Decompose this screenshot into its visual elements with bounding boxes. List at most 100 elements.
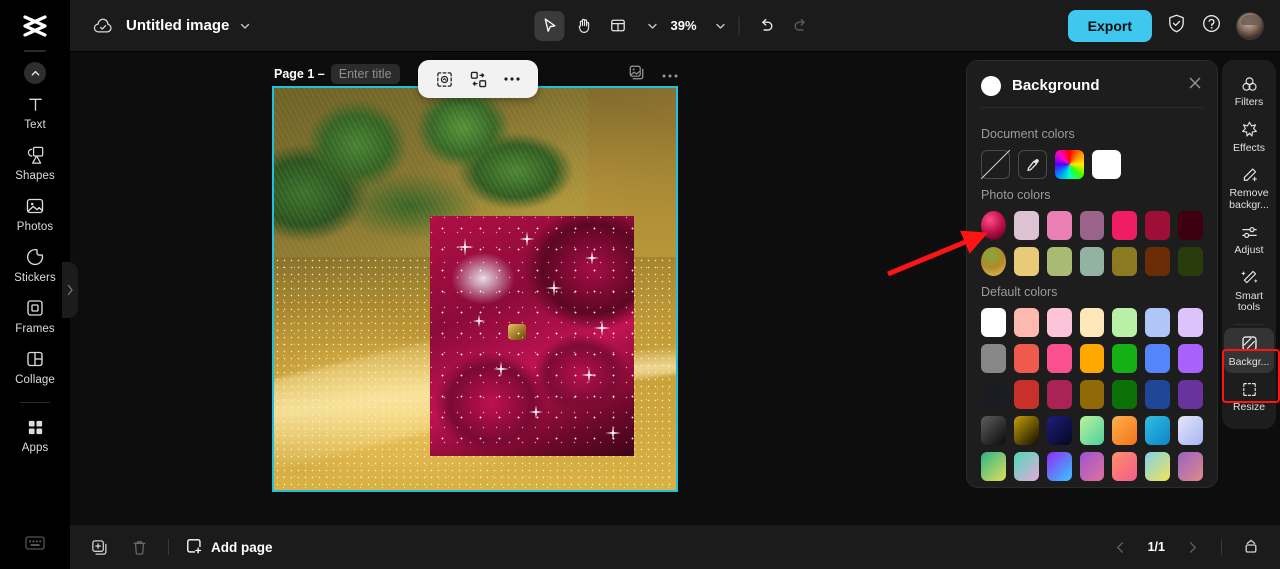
page-more-horizontal-icon[interactable]: [661, 66, 679, 84]
color-swatch[interactable]: [1079, 211, 1105, 240]
gradient-swatch[interactable]: [1178, 416, 1204, 445]
color-swatch[interactable]: [1013, 308, 1039, 337]
sidebar-item-collage[interactable]: Collage: [0, 341, 70, 392]
float-more-horizontal-icon[interactable]: [498, 65, 526, 93]
sidebar-item-stickers[interactable]: Stickers: [0, 239, 70, 290]
undo-icon[interactable]: [752, 11, 782, 41]
shield-check-icon[interactable]: [1166, 13, 1187, 39]
timeline-icon[interactable]: [1238, 534, 1264, 560]
artboard-canvas[interactable]: [272, 86, 678, 492]
color-swatch-white[interactable]: [1092, 150, 1121, 179]
color-swatch[interactable]: [1145, 247, 1171, 276]
color-swatch[interactable]: [1013, 380, 1039, 409]
gradient-swatch[interactable]: [981, 452, 1006, 481]
color-swatch[interactable]: [1178, 380, 1204, 409]
right-rail-item-filters[interactable]: Filters: [1224, 68, 1274, 114]
color-swatch[interactable]: [1145, 344, 1171, 373]
layout-chevron-down-icon[interactable]: [646, 20, 658, 32]
color-swatch[interactable]: [1112, 211, 1138, 240]
sidebar-item-shapes[interactable]: Shapes: [0, 137, 70, 188]
photo-thumb-swatch[interactable]: [981, 211, 1006, 240]
trash-icon[interactable]: [126, 534, 152, 560]
color-swatch[interactable]: [1046, 211, 1072, 240]
close-icon[interactable]: [1187, 75, 1203, 96]
eyedropper-swatch[interactable]: [1018, 150, 1047, 179]
gradient-swatch[interactable]: [1112, 416, 1138, 445]
color-swatch[interactable]: [1112, 308, 1138, 337]
zoom-chevron-down-icon[interactable]: [715, 20, 727, 32]
gradient-swatch[interactable]: [1145, 416, 1171, 445]
color-swatch[interactable]: [1013, 344, 1039, 373]
right-rail-item-remove-background[interactable]: Remove backgr...: [1224, 159, 1274, 216]
gradient-swatch[interactable]: [1046, 416, 1072, 445]
color-swatch[interactable]: [1079, 308, 1105, 337]
replace-media-icon[interactable]: [464, 65, 492, 93]
cloud-saved-icon[interactable]: [92, 17, 114, 35]
sidebar-item-frames[interactable]: Frames: [0, 290, 70, 341]
sidebar-expand-handle[interactable]: [62, 262, 78, 318]
color-wheel-swatch[interactable]: [1055, 150, 1084, 179]
no-color-swatch[interactable]: [981, 150, 1010, 179]
color-swatch[interactable]: [1145, 380, 1171, 409]
document-title[interactable]: Untitled image: [126, 17, 229, 34]
color-swatch[interactable]: [1079, 380, 1105, 409]
color-swatch[interactable]: [1046, 247, 1072, 276]
chevron-down-icon[interactable]: [239, 20, 251, 32]
color-swatch[interactable]: [1079, 344, 1105, 373]
gradient-swatch[interactable]: [1145, 452, 1171, 481]
current-background-swatch[interactable]: [981, 75, 1001, 96]
page-title-input[interactable]: Enter title: [330, 64, 400, 84]
right-rail-item-background[interactable]: Backgr...: [1224, 327, 1274, 373]
color-swatch[interactable]: [1112, 344, 1138, 373]
color-swatch[interactable]: [1145, 308, 1171, 337]
right-rail-item-effects[interactable]: Effects: [1224, 114, 1274, 160]
color-swatch[interactable]: [1046, 380, 1072, 409]
gradient-swatch[interactable]: [1079, 416, 1105, 445]
right-rail-item-resize[interactable]: Resize: [1224, 373, 1274, 419]
gradient-swatch[interactable]: [981, 416, 1006, 445]
sidebar-collapse-button[interactable]: [24, 62, 46, 84]
gradient-swatch[interactable]: [1112, 452, 1138, 481]
color-swatch[interactable]: [1178, 247, 1204, 276]
color-swatch[interactable]: [1112, 247, 1138, 276]
gradient-swatch[interactable]: [1013, 416, 1039, 445]
sidebar-item-photos[interactable]: Photos: [0, 188, 70, 239]
cutout-select-icon[interactable]: [430, 65, 458, 93]
color-swatch[interactable]: [1178, 344, 1204, 373]
chevron-right-icon[interactable]: [1179, 534, 1205, 560]
sidebar-item-apps[interactable]: Apps: [0, 409, 70, 460]
gradient-swatch[interactable]: [1046, 452, 1072, 481]
color-swatch[interactable]: [1013, 211, 1039, 240]
sidebar-item-text[interactable]: Text: [0, 86, 70, 137]
keyboard-shortcuts-icon[interactable]: [24, 534, 46, 557]
cursor-arrow-icon[interactable]: [534, 10, 565, 41]
right-rail-item-smart-tools[interactable]: Smart tools: [1224, 262, 1274, 319]
duplicate-page-icon[interactable]: [628, 64, 645, 86]
gradient-swatch[interactable]: [1178, 452, 1204, 481]
color-swatch[interactable]: [1112, 380, 1138, 409]
color-swatch[interactable]: [1145, 211, 1171, 240]
color-swatch[interactable]: [1178, 308, 1204, 337]
color-swatch[interactable]: [1178, 211, 1204, 240]
foreground-photo-element[interactable]: [430, 216, 634, 456]
layout-panel-icon[interactable]: [602, 11, 632, 41]
color-swatch[interactable]: [1013, 247, 1039, 276]
export-button[interactable]: Export: [1067, 9, 1152, 42]
add-page-button[interactable]: Add page: [185, 537, 273, 558]
zoom-level-value[interactable]: 39%: [662, 18, 700, 33]
gradient-swatch[interactable]: [1013, 452, 1039, 481]
chevron-left-icon[interactable]: [1108, 534, 1134, 560]
color-swatch[interactable]: [1079, 247, 1105, 276]
right-rail-item-adjust[interactable]: Adjust: [1224, 216, 1274, 262]
user-avatar[interactable]: [1236, 11, 1264, 40]
color-swatch[interactable]: [1046, 344, 1072, 373]
color-swatch[interactable]: [981, 380, 1006, 409]
question-circle-icon[interactable]: [1201, 13, 1222, 39]
duplicate-icon[interactable]: [86, 534, 112, 560]
capcut-logo-icon[interactable]: [0, 0, 70, 52]
photo-thumb-swatch[interactable]: [981, 247, 1006, 276]
color-swatch[interactable]: [1046, 308, 1072, 337]
hand-pan-icon[interactable]: [568, 11, 598, 41]
gradient-swatch[interactable]: [1079, 452, 1105, 481]
redo-icon[interactable]: [786, 11, 816, 41]
